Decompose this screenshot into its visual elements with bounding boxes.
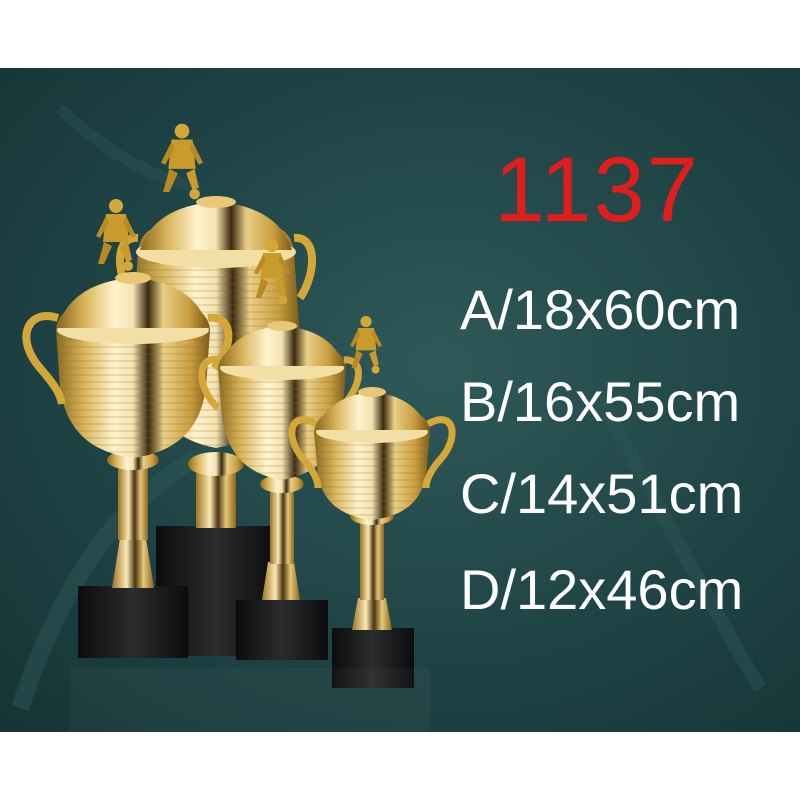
product-image-panel: 1137 A/18x60cm B/16x55cm C/14x51cm D/12x…: [0, 68, 800, 732]
model-number: 1137: [494, 139, 700, 241]
size-option-d: D/12x46cm: [460, 558, 744, 621]
size-option-b: B/16x55cm: [460, 370, 741, 433]
size-option-a: A/18x60cm: [460, 278, 741, 341]
size-option-c: C/14x51cm: [460, 462, 744, 525]
